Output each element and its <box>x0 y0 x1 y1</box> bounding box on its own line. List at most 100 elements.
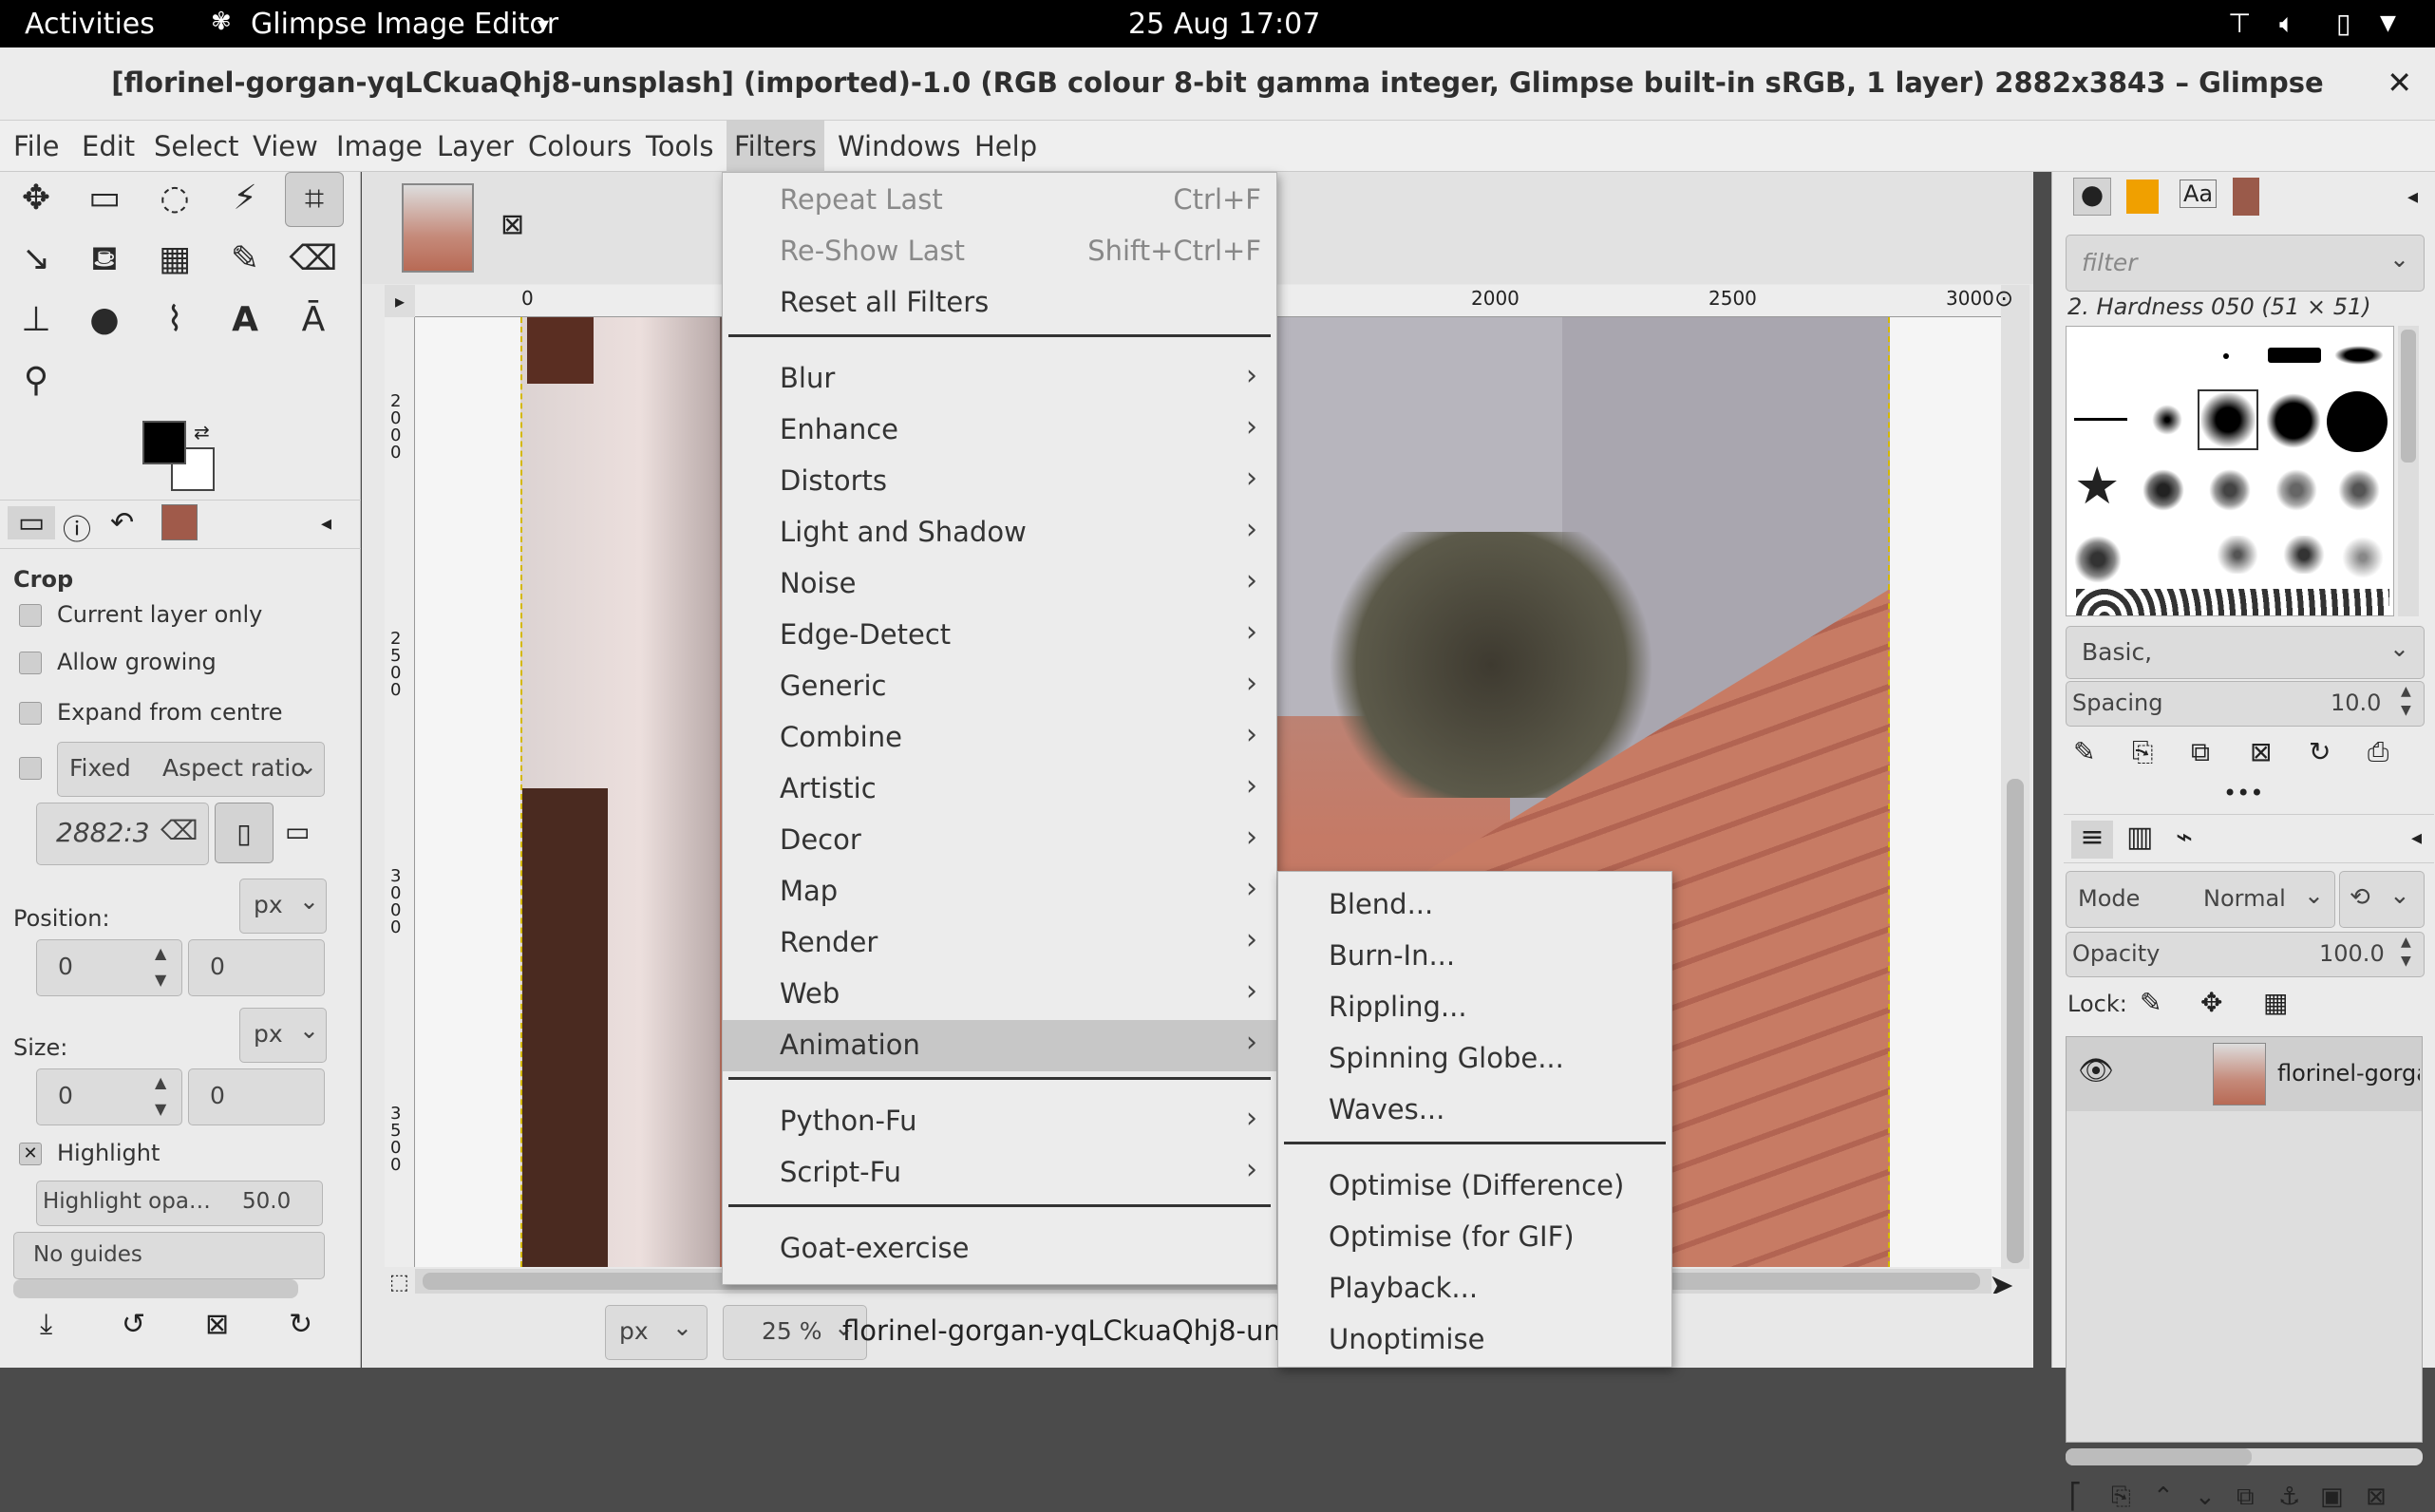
position-y-input[interactable]: 0 <box>188 939 325 996</box>
landscape-icon[interactable]: ▭ <box>285 816 310 847</box>
foreground-color-swatch-top[interactable] <box>142 421 186 464</box>
dock-menu-icon[interactable]: ◂ <box>2407 185 2418 209</box>
clear-icon[interactable]: ⌫ <box>160 815 198 846</box>
brush-item-selected[interactable] <box>2198 389 2258 450</box>
tool-options-scrollbar[interactable] <box>13 1279 298 1298</box>
eraser-tool-icon[interactable]: ⌫ <box>285 233 342 286</box>
duplicate-brush-icon[interactable]: ⧉ <box>2191 736 2210 768</box>
delete-layer-icon[interactable]: ⊠ <box>2366 1483 2387 1511</box>
highlight-opacity-slider[interactable]: Highlight opa… 50.0 <box>36 1181 323 1226</box>
menu-item-map[interactable]: Map › <box>723 866 1276 917</box>
rect-select-tool-icon[interactable]: ▭ <box>76 172 133 225</box>
quick-mask-icon[interactable]: ⬚ <box>389 1271 409 1295</box>
app-menu-button[interactable]: Glimpse Image Editor <box>251 8 558 41</box>
close-tab-icon[interactable]: ⊠ <box>500 208 524 241</box>
brush-item[interactable] <box>2275 469 2317 511</box>
brush-item[interactable] <box>2266 393 2321 448</box>
brush-grid[interactable]: ★ <box>2066 326 2394 616</box>
text-style-tool-icon[interactable]: Ā <box>285 293 342 347</box>
current-layer-only-checkbox[interactable] <box>19 604 42 627</box>
menu-item-artistic[interactable]: Artistic › <box>723 764 1276 815</box>
menu-edit[interactable]: Edit <box>74 121 142 172</box>
reset-icon[interactable]: ↻ <box>289 1308 312 1341</box>
brush-item[interactable] <box>2268 348 2321 363</box>
chevron-down-icon[interactable]: ▾ <box>538 11 549 38</box>
layers-tab-icon[interactable]: ≡ <box>2071 821 2113 859</box>
menu-item-spinning-globe[interactable]: Spinning Globe... <box>1278 1033 1671 1085</box>
duplicate-layer-icon[interactable]: ⧉ <box>2237 1483 2255 1512</box>
size-h-input[interactable]: 0 <box>188 1068 325 1125</box>
menu-item-web[interactable]: Web › <box>723 969 1276 1020</box>
fixed-checkbox[interactable] <box>19 757 42 780</box>
zoom-tool-icon[interactable]: ⚲ <box>8 354 65 407</box>
guides-dropdown[interactable]: No guides <box>13 1232 325 1279</box>
menu-image[interactable]: Image <box>329 121 430 172</box>
tool-options-tab-icon[interactable]: ▭ <box>8 506 55 539</box>
menu-item-render[interactable]: Render › <box>723 917 1276 969</box>
gradient-tool-icon[interactable]: ▦ <box>146 233 203 286</box>
menu-item-blend[interactable]: Blend... <box>1278 879 1671 931</box>
save-preset-icon[interactable]: ⤓ <box>40 1308 52 1341</box>
layer-mode-dropdown[interactable]: Mode Normal ⌄ <box>2066 871 2335 928</box>
layer-name[interactable]: florinel-gorga <box>2277 1060 2420 1087</box>
battery-icon[interactable]: ▯ <box>2336 8 2350 39</box>
menu-item-distorts[interactable]: Distorts › <box>723 456 1276 507</box>
vertical-scrollbar[interactable] <box>2001 285 2029 1269</box>
menu-item-repeat-last[interactable]: Repeat Last Ctrl+F <box>723 175 1276 226</box>
ratio-input[interactable]: 2882:3 ⌫ <box>36 803 209 865</box>
swap-colors-icon[interactable]: ⇄ <box>194 421 210 444</box>
open-brush-icon[interactable]: ⎙ <box>2368 736 2388 768</box>
menu-item-edge-detect[interactable]: Edge-Detect › <box>723 610 1276 661</box>
menu-item-waves[interactable]: Waves... <box>1278 1085 1671 1136</box>
brush-filter-input[interactable]: filter ⌄ <box>2066 235 2425 292</box>
fuzzy-select-tool-icon[interactable]: ⚡︎ <box>217 172 274 225</box>
highlight-checkbox[interactable]: ✕ <box>19 1143 42 1165</box>
lasso-tool-icon[interactable]: ◌ <box>146 172 203 225</box>
text-tool-icon[interactable]: A <box>217 293 274 347</box>
brush-item[interactable] <box>2209 469 2251 511</box>
brush-item[interactable] <box>2223 353 2229 359</box>
mask-layer-icon[interactable]: ▣ <box>2320 1483 2344 1511</box>
menu-item-unoptimise[interactable]: Unoptimise <box>1278 1314 1671 1366</box>
channels-tab-icon[interactable]: ▥ <box>2126 821 2153 854</box>
menu-item-optimise-for-gif[interactable]: Optimise (for GIF) <box>1278 1212 1671 1263</box>
new-layer-icon[interactable]: ⎘ <box>2111 1483 2131 1512</box>
spin-down-icon[interactable]: ▼ <box>2401 954 2411 969</box>
spin-down-icon[interactable]: ▼ <box>155 1100 166 1118</box>
menu-view[interactable]: View <box>245 121 326 172</box>
dock-menu-icon[interactable]: ◂ <box>321 512 331 536</box>
menu-file[interactable]: File <box>6 121 67 172</box>
delete-brush-icon[interactable]: ⊠ <box>2250 736 2272 767</box>
spin-up-icon[interactable]: ▲ <box>155 944 166 962</box>
position-unit-select[interactable]: px ⌄ <box>239 879 327 934</box>
brush-item[interactable] <box>2152 405 2182 435</box>
layers-scroll-thumb[interactable] <box>2066 1448 2252 1465</box>
spin-down-icon[interactable]: ▼ <box>2401 703 2411 718</box>
brush-scroll-thumb[interactable] <box>2401 330 2416 463</box>
size-w-input[interactable]: 0 ▲ ▼ <box>36 1068 182 1125</box>
menu-item-noise[interactable]: Noise › <box>723 558 1276 610</box>
menu-item-blur[interactable]: Blur › <box>723 353 1276 405</box>
image-thumbnail[interactable] <box>402 183 474 273</box>
brush-item[interactable] <box>2336 536 2389 579</box>
clock[interactable]: 25 Aug 17:07 <box>1128 8 1320 41</box>
menu-item-reshow-last[interactable]: Re-Show Last Shift+Ctrl+F <box>723 226 1276 277</box>
brush-item[interactable] <box>2275 536 2332 574</box>
quick-mask-toggle-icon[interactable]: ▸ <box>385 285 415 317</box>
brush-row[interactable] <box>2076 589 2389 615</box>
brush-item[interactable] <box>2074 418 2127 421</box>
menu-item-playback[interactable]: Playback... <box>1278 1263 1671 1314</box>
restore-preset-icon[interactable]: ↺ <box>122 1308 145 1341</box>
menu-item-animation[interactable]: Animation › <box>723 1020 1276 1071</box>
menu-colours[interactable]: Colours <box>520 121 639 172</box>
brush-item[interactable] <box>2334 346 2384 365</box>
patterns-tab-icon[interactable] <box>2126 180 2159 214</box>
lock-alpha-icon[interactable]: ▦ <box>2263 987 2288 1018</box>
eye-icon[interactable]: 👁︎ <box>2078 1054 2114 1087</box>
menu-help[interactable]: Help <box>967 121 1045 172</box>
activities-button[interactable]: Activities <box>25 8 155 41</box>
menu-item-script-fu[interactable]: Script-Fu › <box>723 1147 1276 1199</box>
delete-preset-icon[interactable]: ⊠ <box>205 1308 229 1341</box>
menu-item-rippling[interactable]: Rippling... <box>1278 982 1671 1033</box>
bucket-fill-tool-icon[interactable]: ⛾ <box>76 233 133 286</box>
